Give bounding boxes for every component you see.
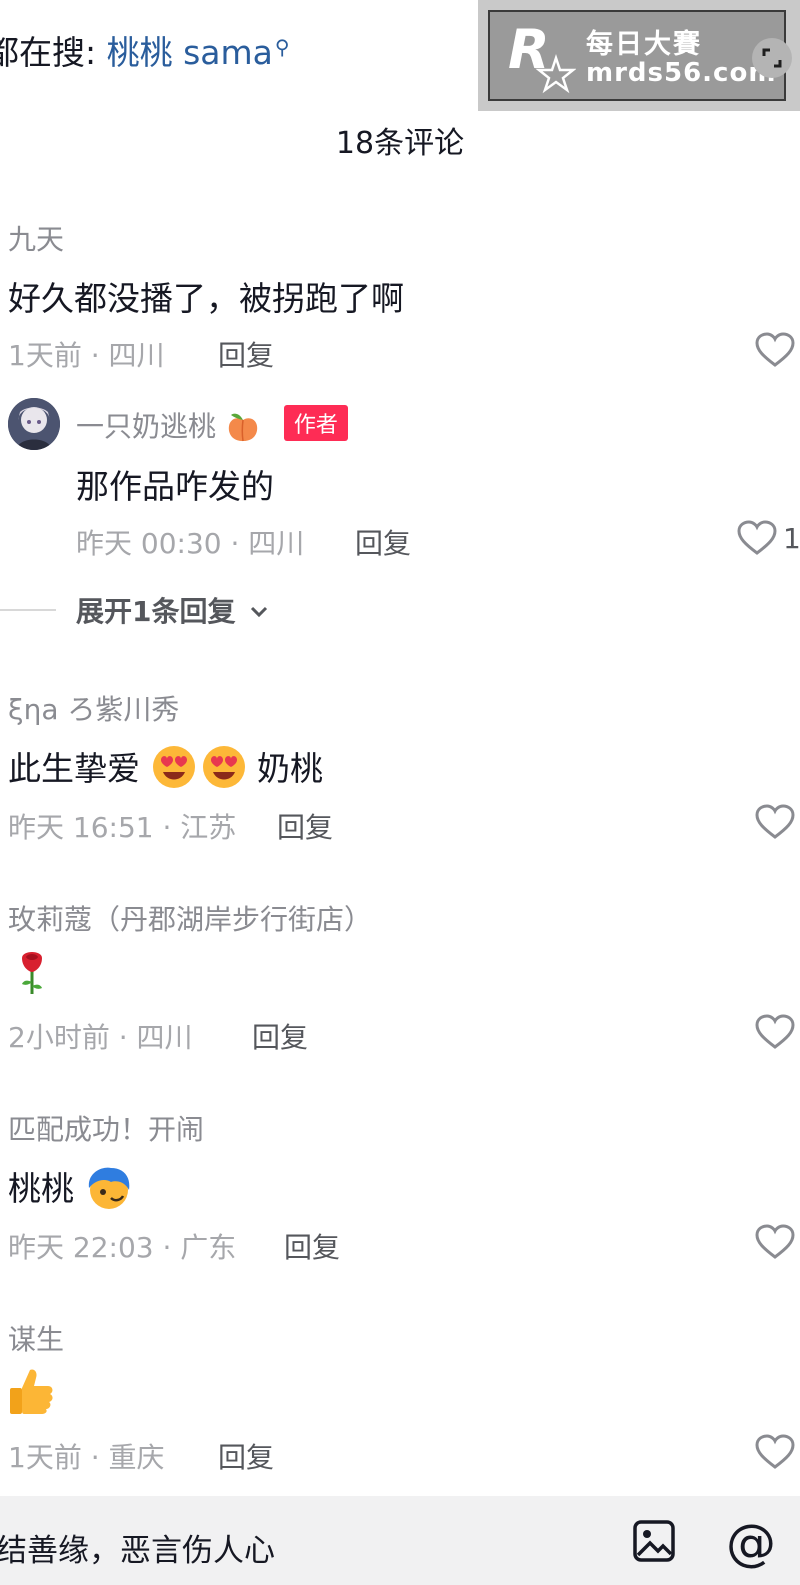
comment-count-title: 18条评论 (335, 126, 465, 161)
comment-time: 昨天 16:51 · 江苏 (8, 811, 237, 844)
reply-button[interactable]: 回复 (355, 522, 411, 562)
author-badge: 作者 (283, 405, 348, 441)
comment-author[interactable]: 一只奶逃桃 作者 (76, 405, 348, 445)
reply-button[interactable]: 回复 (218, 1436, 274, 1476)
image-icon[interactable] (632, 1519, 676, 1563)
heart-eyes-emoji-icon (202, 746, 245, 788)
avatar[interactable] (8, 398, 60, 450)
chevron-down-icon (251, 606, 268, 618)
comment-input[interactable]: 结善缘，恶言伤人心 (0, 1525, 275, 1570)
comment-time: 昨天 22:03 · 广东 (8, 1231, 237, 1264)
expand-icon[interactable] (752, 38, 792, 78)
comment-text-prefix: 此生挚爱 (8, 749, 140, 788)
like-count: 1 (783, 522, 800, 555)
watermark-line1: 每日大賽 (586, 29, 702, 60)
comment-text-main: 桃桃 (8, 1169, 74, 1208)
heart-outline-icon[interactable] (755, 804, 795, 840)
rose-emoji-icon (22, 952, 42, 994)
comment-author[interactable]: 九天 (8, 218, 64, 258)
expand-divider (0, 609, 56, 611)
svg-text:R: R (508, 18, 550, 81)
comment-text: 那作品咋发的 (76, 467, 274, 506)
heart-outline-icon[interactable] (755, 1014, 795, 1050)
search-icon: ⚲ (274, 35, 290, 59)
at-icon[interactable]: @ (726, 1514, 776, 1572)
comment-text: 好久都没播了，被拐跑了啊 (8, 279, 404, 318)
comment-time: 1天前 · 重庆 (8, 1441, 165, 1474)
heart-outline-icon[interactable] (737, 520, 777, 556)
watermark-frame: R 每日大賽 mrds56.com (488, 10, 792, 101)
comment-text: 此生挚爱 奶桃 (8, 742, 323, 790)
heart-outline-icon[interactable] (755, 1224, 795, 1260)
reply-button[interactable]: 回复 (218, 334, 274, 374)
expand-replies-button[interactable]: 展开1条回复 (76, 590, 269, 630)
reply-button[interactable]: 回复 (277, 806, 333, 846)
heart-outline-icon[interactable] (755, 332, 795, 368)
search-hint-prefix: 都在搜: (0, 33, 97, 72)
watermark-logo: R (508, 18, 576, 94)
comment-author[interactable]: ξηa ろ紫川秀 (8, 688, 179, 728)
reply-button[interactable]: 回复 (252, 1016, 308, 1056)
comment-author[interactable]: 玫莉蔻（丹郡湖岸步行街店） (8, 898, 372, 938)
comment-time: 2小时前 · 四川 (8, 1021, 193, 1054)
blue-hair-emoji-icon (88, 1167, 129, 1209)
heart-outline-icon[interactable] (755, 1434, 795, 1470)
thumbs-up-emoji-icon (10, 1369, 53, 1414)
comment-time: 1天前 · 四川 (8, 339, 165, 372)
comment-text-suffix: 奶桃 (257, 749, 323, 788)
reply-button[interactable]: 回复 (284, 1226, 340, 1266)
watermark-line2: mrds56.com (586, 58, 777, 88)
comment-author[interactable]: 谋生 (8, 1318, 64, 1358)
expand-replies-label: 展开1条回复 (76, 595, 236, 628)
watermark: R 每日大賽 mrds56.com (478, 0, 800, 111)
heart-eyes-emoji-icon (152, 746, 195, 788)
comment-time: 昨天 00:30 · 四川 (76, 527, 305, 560)
comment-author[interactable]: 匹配成功！开闹 (8, 1108, 204, 1148)
author-name: 一只奶逃桃 (76, 410, 217, 443)
search-hint[interactable]: 都在搜: 桃桃 sama ⚲ (0, 26, 290, 74)
comment-text: 桃桃 (8, 1162, 133, 1212)
peach-emoji-icon (228, 413, 258, 442)
search-keyword[interactable]: 桃桃 sama (107, 33, 273, 72)
